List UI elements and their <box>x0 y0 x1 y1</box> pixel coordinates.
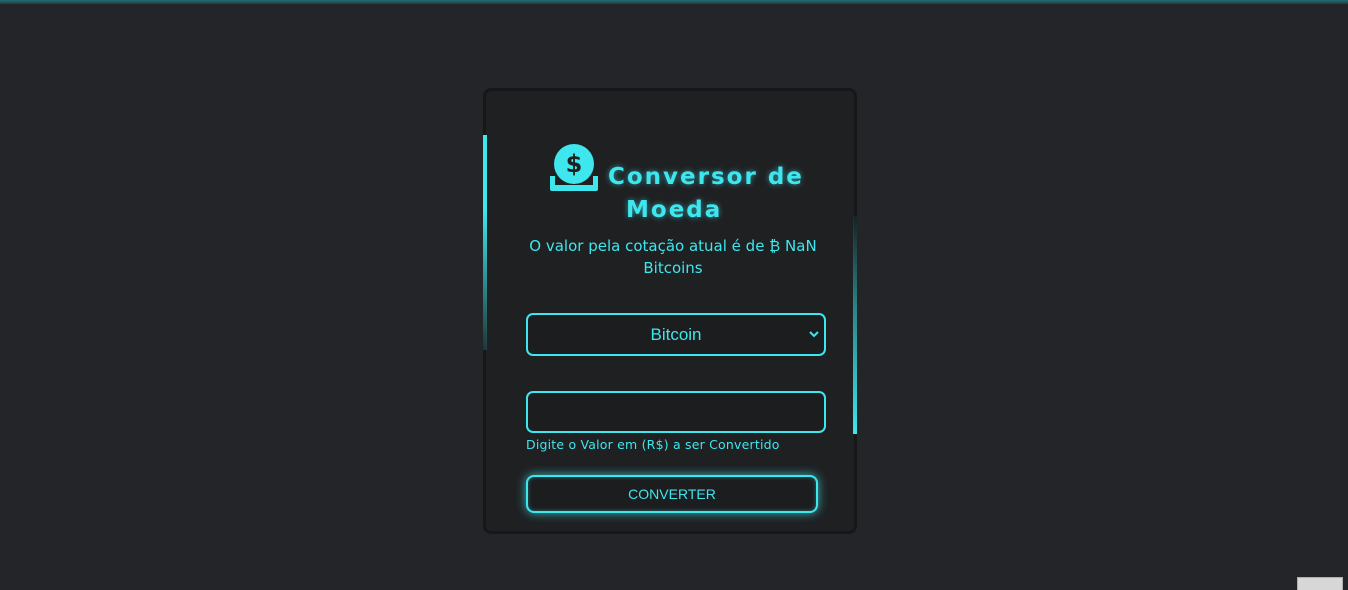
corner-widget[interactable] <box>1297 577 1343 590</box>
amount-input-hint: Digite o Valor em (R$) a ser Convertido <box>526 437 780 452</box>
coin-dollar-icon: $ <box>550 144 598 191</box>
chevron-down-icon <box>809 331 819 338</box>
currency-select[interactable]: Bitcoin <box>526 313 826 356</box>
title-line-2: Moeda <box>626 197 723 223</box>
converter-card: $ Conversor de Moeda O valor pela cotaçã… <box>483 88 857 534</box>
convert-button[interactable]: CONVERTER <box>526 475 818 513</box>
card-glow-right <box>853 216 857 434</box>
amount-input[interactable] <box>526 391 826 433</box>
currency-select-value: Bitcoin <box>650 325 702 344</box>
title-line-1: Conversor de <box>608 164 804 190</box>
conversion-result-text: O valor pela cotação atual é de ₿ NaN Bi… <box>529 237 817 277</box>
top-accent-line <box>0 0 1348 4</box>
card-header: $ Conversor de Moeda <box>486 141 854 231</box>
page-title: Conversor de Moeda <box>608 161 808 227</box>
svg-text:$: $ <box>566 150 583 178</box>
